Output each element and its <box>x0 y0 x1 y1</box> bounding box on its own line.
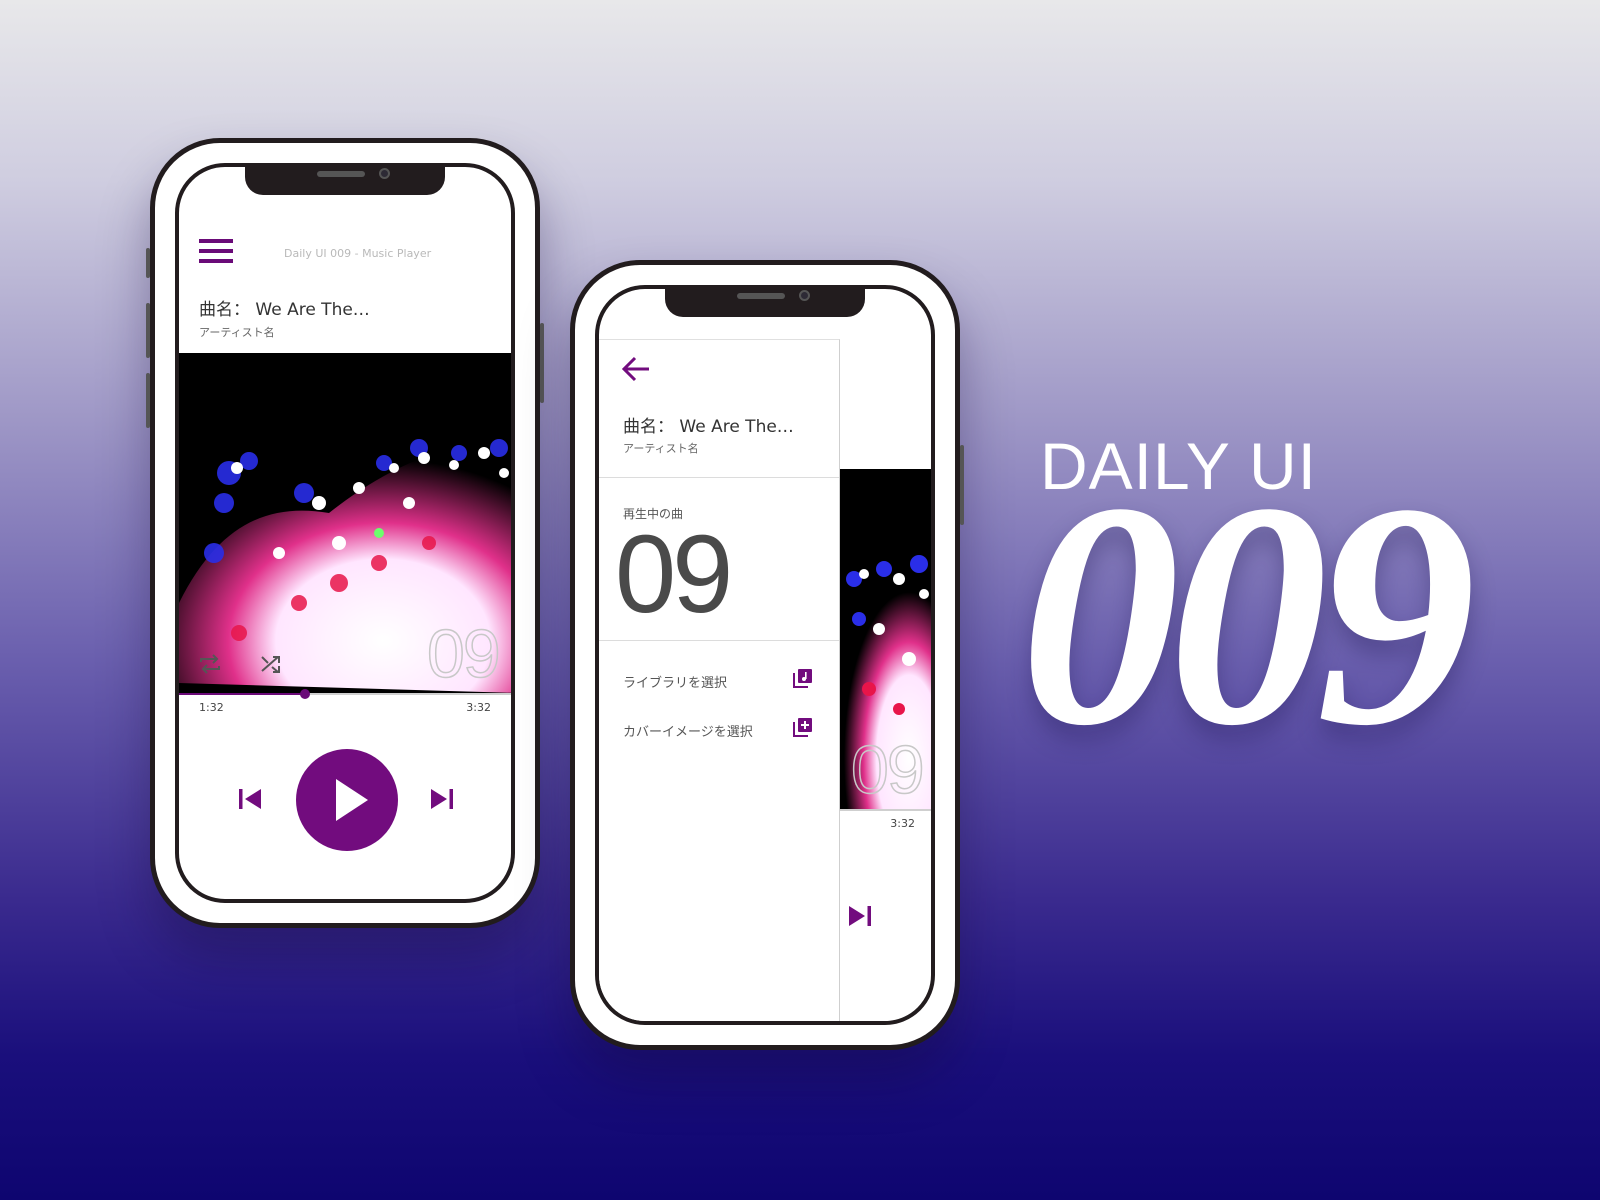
now-playing-number: 09 <box>615 513 733 636</box>
progress-knob[interactable] <box>299 689 310 699</box>
player-screen: Daily UI 009 - Music Player 曲名： We Are T… <box>175 163 515 903</box>
menu-icon[interactable] <box>199 239 233 265</box>
current-time: 1:32 <box>199 701 224 714</box>
shuffle-icon[interactable] <box>259 653 283 675</box>
total-time: 3:32 <box>466 701 491 714</box>
artist-name: アーティスト名 <box>199 326 275 339</box>
divider <box>599 477 839 478</box>
total-time: 3:32 <box>890 817 915 830</box>
notch <box>665 289 865 317</box>
camera-icon <box>799 290 810 301</box>
progress-fill <box>179 693 305 695</box>
progress-bar[interactable] <box>179 689 511 699</box>
divider <box>599 640 839 641</box>
artist-name: アーティスト名 <box>623 442 699 455</box>
previous-track-icon[interactable] <box>235 784 265 814</box>
daily-ui-number: 009 <box>1020 438 1476 792</box>
library-music-icon <box>793 669 812 688</box>
phone-player: Daily UI 009 - Music Player 曲名： We Are T… <box>146 138 544 928</box>
next-track-icon[interactable] <box>845 901 875 931</box>
album-art: 09 <box>179 353 511 693</box>
menu-item-label: カバーイメージを選択 <box>623 725 753 740</box>
song-title: 曲名： We Are The… <box>199 300 370 320</box>
notch <box>245 167 445 195</box>
camera-icon <box>379 168 390 179</box>
art-overlay-number: 09 <box>850 731 925 809</box>
next-track-icon[interactable] <box>427 784 457 814</box>
menu-item-label: ライブラリを選択 <box>623 676 728 691</box>
app-title: Daily UI 009 - Music Player <box>284 247 432 260</box>
library-add-icon <box>793 718 812 737</box>
phone-drawer: 09 3:32 曲名： We Are The… アーティスト名 再生中の曲 09… <box>570 260 964 1050</box>
play-button[interactable] <box>296 749 398 851</box>
back-arrow-icon[interactable] <box>619 352 653 386</box>
drawer-screen: 09 3:32 曲名： We Are The… アーティスト名 再生中の曲 09… <box>595 285 935 1025</box>
play-icon <box>336 779 368 821</box>
navigation-drawer: 曲名： We Are The… アーティスト名 再生中の曲 09 ライブラリを選… <box>599 339 840 1021</box>
repeat-icon[interactable] <box>197 653 223 675</box>
song-title: 曲名： We Are The… <box>623 417 794 437</box>
art-overlay-number: 09 <box>426 615 501 693</box>
